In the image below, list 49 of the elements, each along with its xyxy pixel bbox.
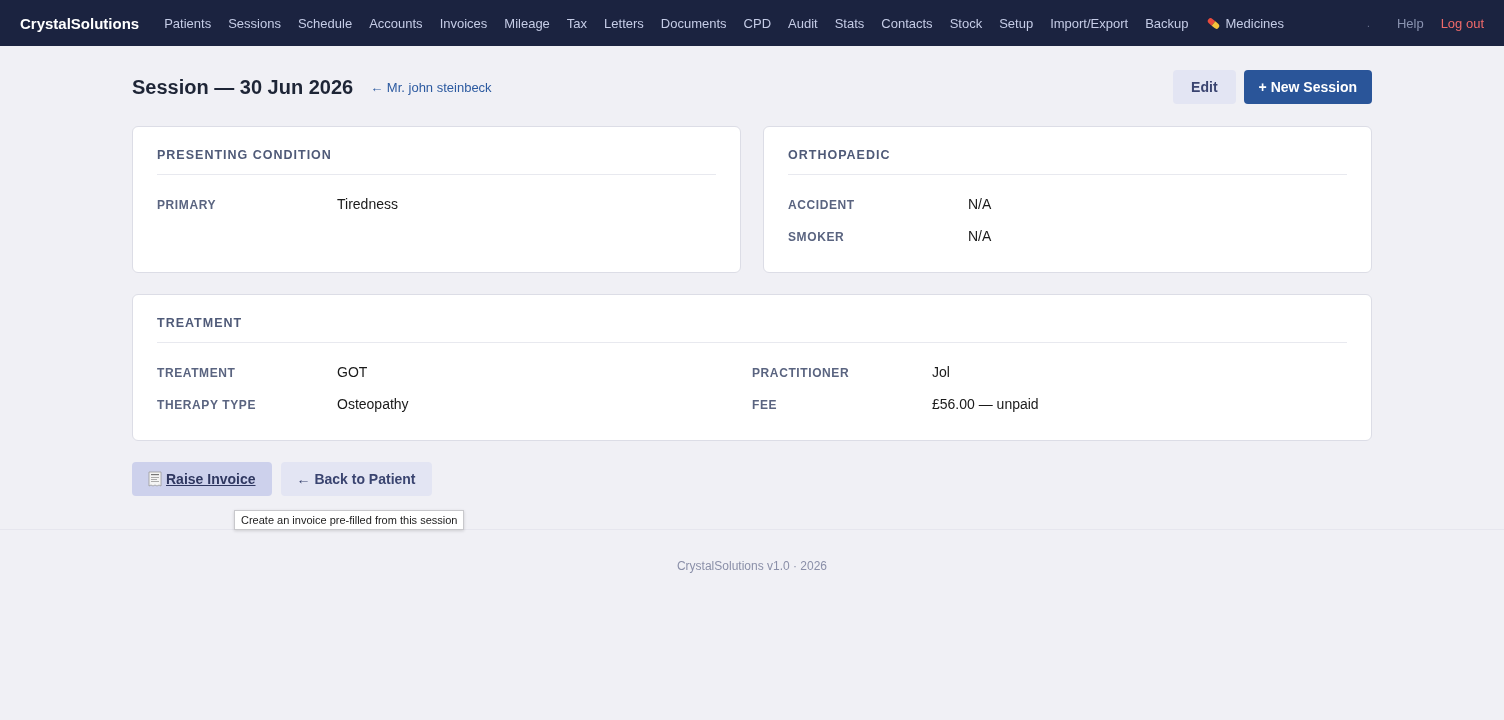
page-title: Session — 30 Jun 2026 <box>132 75 354 99</box>
field-value: Jol <box>932 364 951 380</box>
patient-back-link[interactable]: ← Mr. john steinbeck <box>370 79 492 95</box>
field-label: PRACTITIONER <box>752 366 851 380</box>
nav-link[interactable]: CPD <box>743 15 772 31</box>
field-value: Tiredness <box>337 196 399 212</box>
nav-link[interactable]: Audit <box>788 15 818 31</box>
nav-link[interactable]: Patients <box>164 15 212 31</box>
card-heading: TREATMENT <box>157 314 1347 343</box>
back-to-patient-button[interactable]: ← Back to Patient <box>280 462 432 496</box>
nav-link[interactable]: Documents <box>660 15 727 31</box>
nav-link[interactable]: Schedule <box>297 15 353 31</box>
field-label: ACCIDENT <box>788 198 856 212</box>
nav-link[interactable]: Letters <box>604 15 644 31</box>
nav-link[interactable]: Backup <box>1145 15 1189 31</box>
nav-link[interactable]: Setup <box>999 15 1034 31</box>
field-value: GOT <box>337 364 369 380</box>
nav-separator: . <box>1367 17 1370 29</box>
field-label: FEE <box>752 398 779 412</box>
card-heading: PRESENTING CONDITION <box>157 146 716 175</box>
card-heading: ORTHOPAEDIC <box>788 146 1347 175</box>
nav-link[interactable]: Accounts <box>369 15 423 31</box>
field-label: THERAPY TYPE <box>157 398 257 412</box>
nav-link[interactable]: Import/Export <box>1050 15 1129 31</box>
tooltip: Create an invoice pre-filled from this session <box>234 510 465 530</box>
receipt-icon <box>148 471 162 487</box>
pill-icon <box>1205 15 1221 31</box>
edit-button[interactable]: Edit <box>1173 70 1236 104</box>
raise-invoice-button[interactable]: Raise Invoice <box>132 462 272 496</box>
nav-link[interactable]: Tax <box>566 15 588 31</box>
new-session-button[interactable]: + New Session <box>1243 70 1372 104</box>
field-value: N/A <box>968 228 993 244</box>
logout-link[interactable]: Log out <box>1440 15 1484 31</box>
field-label: PRIMARY <box>157 198 218 212</box>
footer-text: CrystalSolutions v1.0 · 2026 <box>676 559 828 573</box>
field-value: Osteopathy <box>337 396 410 412</box>
help-link[interactable]: Help <box>1396 15 1424 31</box>
field-label: SMOKER <box>788 230 846 244</box>
nav-link[interactable]: Stock <box>949 15 983 31</box>
field-label: TREATMENT <box>157 366 237 380</box>
brand-logo-text[interactable]: CrystalSolutions <box>20 14 140 32</box>
nav-link[interactable]: Mileage <box>504 15 550 31</box>
nav-link[interactable]: Contacts <box>881 15 933 31</box>
nav-link[interactable]: Stats <box>834 15 865 31</box>
nav-link[interactable]: Invoices <box>439 15 488 31</box>
nav-link[interactable]: Sessions <box>228 15 281 31</box>
nav-link[interactable]: Medicines <box>1205 15 1285 31</box>
field-value: N/A <box>968 196 993 212</box>
field-value: £56.00 — unpaid <box>932 396 1040 412</box>
